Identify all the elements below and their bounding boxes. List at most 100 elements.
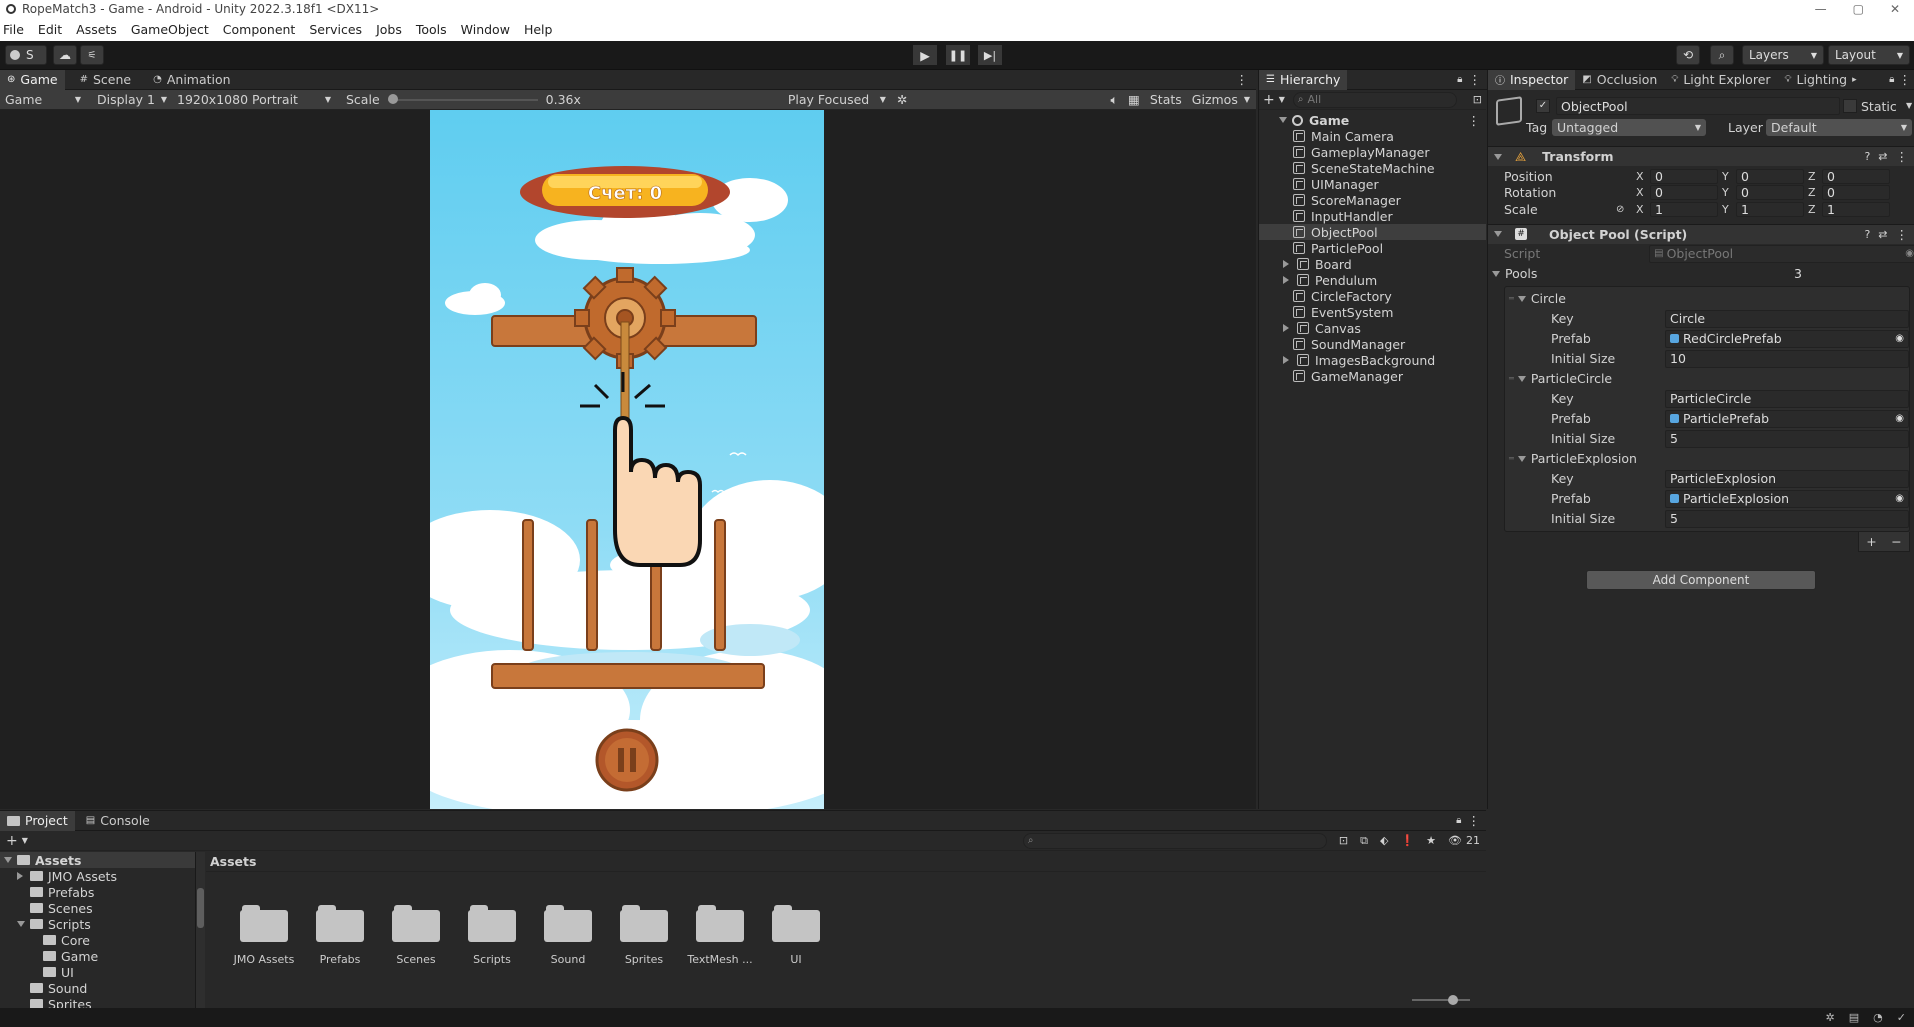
menu-component[interactable]: Component	[223, 22, 296, 37]
folder-label[interactable]: JMO Assets	[226, 953, 302, 966]
pause-game-button[interactable]	[595, 728, 659, 792]
hierarchy-item[interactable]: GameManager	[1259, 368, 1486, 384]
expand-icon[interactable]	[1494, 231, 1502, 237]
pool-prefab-field[interactable]: RedCirclePrefab ◉	[1665, 329, 1909, 348]
more-icon[interactable]: ⋮	[1469, 72, 1482, 87]
folder-icon[interactable]	[620, 905, 668, 942]
tab-game[interactable]: ⊛ Game	[0, 69, 65, 90]
progress-icon[interactable]: ◔	[1873, 1011, 1883, 1024]
display-dropdown[interactable]: Display 1 ▼	[92, 91, 172, 109]
search-by-label-icon[interactable]: ⧉	[1360, 834, 1368, 848]
chevron-down-icon[interactable]: ▼	[1279, 95, 1285, 104]
more-icon[interactable]: ⋮	[1236, 72, 1249, 87]
transform-z-input[interactable]: 0	[1822, 168, 1890, 184]
transform-z-input[interactable]: 0	[1822, 185, 1890, 201]
expand-icon[interactable]	[1283, 260, 1289, 268]
expand-icon[interactable]	[1279, 117, 1287, 123]
transform-x-input[interactable]: 0	[1650, 168, 1718, 184]
more-icon[interactable]: ⋮	[1896, 149, 1909, 164]
label-icon[interactable]: ⬖	[1380, 834, 1388, 847]
tab-console[interactable]: ▤ Console	[79, 811, 157, 831]
hierarchy-item[interactable]: GameplayManager	[1259, 144, 1486, 160]
folder-icon[interactable]	[240, 905, 288, 942]
collab-button[interactable]: ⚟	[80, 45, 104, 65]
project-tree-item[interactable]: Assets	[0, 852, 195, 868]
project-tree-item[interactable]: Sound	[0, 980, 195, 996]
pool-key-input[interactable]: ParticleExplosion	[1665, 469, 1909, 488]
drag-handle-icon[interactable]: ═	[1509, 454, 1514, 463]
pool-prefab-field[interactable]: ParticleExplosion ◉	[1665, 489, 1909, 508]
hierarchy-item[interactable]: ScoreManager	[1259, 192, 1486, 208]
target-icon[interactable]: ◉	[1895, 333, 1904, 344]
active-checkbox[interactable]: ✓	[1536, 99, 1550, 113]
lock-icon[interactable]: 🔒︎	[1889, 74, 1894, 85]
hierarchy-item[interactable]: EventSystem	[1259, 304, 1486, 320]
preset-icon[interactable]: ⇄	[1878, 228, 1887, 241]
chevron-down-icon[interactable]: ▼	[1244, 95, 1250, 104]
expand-icon[interactable]	[1283, 324, 1289, 332]
expand-icon[interactable]	[17, 921, 25, 927]
preset-icon[interactable]: ⇄	[1878, 150, 1887, 163]
folder-icon[interactable]	[696, 905, 744, 942]
tab-project[interactable]: Project	[0, 810, 75, 831]
hierarchy-item[interactable]: ImagesBackground	[1259, 352, 1486, 368]
filter-icon[interactable]: ⊡	[1473, 93, 1482, 106]
hierarchy-item[interactable]: SceneStateMachine	[1259, 160, 1486, 176]
axis-label-z[interactable]: Z	[1808, 203, 1822, 216]
pool-element-header[interactable]: ═ ParticleExplosion	[1505, 449, 1909, 469]
tab-occlusion[interactable]: ◩ Occlusion	[1575, 70, 1664, 90]
speaker-icon[interactable]: 🔈︎	[1111, 92, 1119, 108]
tree-scrollbar[interactable]	[196, 852, 205, 1009]
history-button[interactable]: ⟲	[1676, 45, 1700, 65]
scene-root[interactable]: Game ⋮	[1259, 112, 1486, 128]
target-icon[interactable]: ◉	[1895, 413, 1904, 424]
pause-button[interactable]: ❚❚	[946, 45, 970, 65]
hierarchy-item[interactable]: Canvas	[1259, 320, 1486, 336]
layers-dropdown[interactable]: Layers ▼	[1742, 45, 1824, 65]
project-tree-item[interactable]: UI	[0, 964, 195, 980]
transform-y-input[interactable]: 1	[1736, 201, 1804, 217]
folder-label[interactable]: UI	[758, 953, 834, 966]
folder-icon[interactable]	[544, 905, 592, 942]
search-by-type-icon[interactable]: ⊡	[1339, 834, 1348, 847]
tab-inspector[interactable]: ⓘ Inspector	[1488, 69, 1576, 90]
folder-label[interactable]: Sprites	[606, 953, 682, 966]
close-icon[interactable]: ✕	[1890, 2, 1900, 16]
more-icon[interactable]: ⋮	[1899, 72, 1912, 87]
hierarchy-item[interactable]: InputHandler	[1259, 208, 1486, 224]
project-tree-item[interactable]: Prefabs	[0, 884, 195, 900]
menu-assets[interactable]: Assets	[76, 22, 117, 37]
pool-element-header[interactable]: ═ ParticleCircle	[1505, 369, 1909, 389]
remove-icon[interactable]: −	[1891, 534, 1901, 549]
maximize-icon[interactable]: ▢	[1853, 2, 1864, 16]
expand-icon[interactable]	[1492, 270, 1500, 277]
game-canvas[interactable]: Счет: 0	[430, 110, 824, 809]
hierarchy-item[interactable]: CircleFactory	[1259, 288, 1486, 304]
project-tree-item[interactable]: Core	[0, 932, 195, 948]
minimize-icon[interactable]: —	[1815, 2, 1827, 16]
expand-icon[interactable]	[1283, 356, 1289, 364]
expand-icon[interactable]	[17, 872, 23, 880]
play-focused-dropdown[interactable]: Play Focused ▼	[783, 91, 891, 109]
hierarchy-search-input[interactable]: ⌕ All	[1292, 91, 1457, 108]
hierarchy-item[interactable]: UIManager	[1259, 176, 1486, 192]
folder-label[interactable]: TextMesh ...	[682, 953, 758, 966]
folder-icon[interactable]	[392, 905, 440, 942]
play-button[interactable]: ▶	[913, 45, 937, 65]
axis-label-x[interactable]: X	[1636, 170, 1650, 183]
folder-icon[interactable]	[772, 905, 820, 942]
project-tree-item[interactable]: Scenes	[0, 900, 195, 916]
menu-file[interactable]: File	[3, 22, 24, 37]
layer-dropdown[interactable]: Default ▼	[1766, 119, 1912, 136]
constrain-proportions-icon[interactable]: ⊘	[1616, 204, 1632, 215]
stats-button[interactable]: Stats	[1150, 92, 1182, 107]
axis-label-x[interactable]: X	[1636, 186, 1650, 199]
tag-dropdown[interactable]: Untagged ▼	[1552, 119, 1706, 136]
folder-icon[interactable]	[468, 905, 516, 942]
menu-tools[interactable]: Tools	[416, 22, 447, 37]
enabled-checkbox[interactable]: #	[1515, 228, 1527, 240]
more-icon[interactable]: ⋮	[1468, 813, 1481, 828]
transform-x-input[interactable]: 1	[1650, 201, 1718, 217]
debug-icon[interactable]: ✲	[1826, 1011, 1835, 1024]
transform-z-input[interactable]: 1	[1822, 201, 1890, 217]
